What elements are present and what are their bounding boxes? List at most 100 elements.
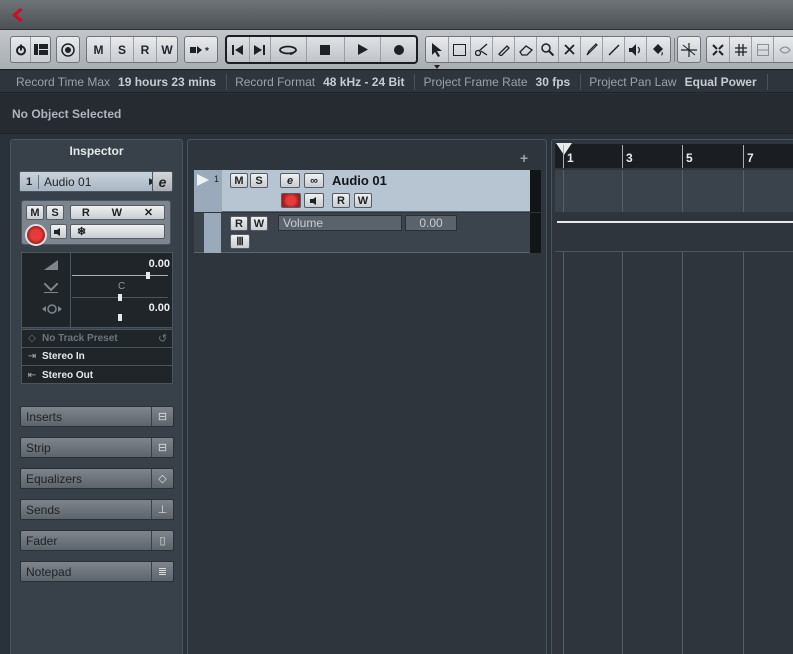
zoom-tool-icon[interactable] xyxy=(536,37,558,62)
track-read-button[interactable]: R xyxy=(332,193,350,208)
pan-slider-handle[interactable] xyxy=(118,294,122,301)
stop-icon[interactable] xyxy=(306,37,344,62)
track-link-icon[interactable]: ∞ xyxy=(304,173,324,188)
track-solo-button[interactable]: S xyxy=(250,173,268,188)
output-routing-row[interactable]: ⇤ Stereo Out xyxy=(22,366,172,384)
volume-value[interactable]: 0.00 xyxy=(149,258,170,270)
tool-dropdown-icon[interactable] xyxy=(434,65,440,69)
notepad-label: Notepad xyxy=(26,564,72,579)
track-meter xyxy=(530,170,541,212)
equalizers-icon[interactable]: ◇ xyxy=(151,469,173,488)
delay-slider-handle[interactable] xyxy=(118,314,122,321)
tools-group xyxy=(425,36,671,63)
layout-icon[interactable] xyxy=(30,37,50,62)
grid-type-icon[interactable] xyxy=(729,37,751,62)
freeze-icon[interactable]: ❄ xyxy=(70,224,165,239)
go-to-end-icon[interactable] xyxy=(248,37,270,62)
volume-slider[interactable] xyxy=(72,275,168,276)
notepad-icon[interactable]: ≣ xyxy=(151,562,173,581)
color-tool-icon[interactable] xyxy=(646,37,668,62)
strip-section[interactable]: Strip ⊟ xyxy=(20,437,174,458)
sends-section[interactable]: Sends ⊥ xyxy=(20,499,174,520)
track-row[interactable]: 1 M S e ∞ Audio 01 R W xyxy=(194,170,541,212)
mute-button[interactable]: M xyxy=(26,205,44,220)
automation-parameter-select[interactable]: Volume xyxy=(278,215,402,231)
snap-group xyxy=(677,36,701,63)
activate-project-icon[interactable] xyxy=(11,37,30,62)
inserts-section[interactable]: Inserts ⊟ xyxy=(20,406,174,427)
automation-value[interactable]: 0.00 xyxy=(405,215,457,231)
record-enable-button[interactable] xyxy=(25,224,47,246)
split-tool-icon[interactable] xyxy=(470,37,492,62)
equalizers-section[interactable]: Equalizers ◇ xyxy=(20,468,174,489)
record-icon[interactable] xyxy=(380,37,416,62)
audio-track-lane[interactable] xyxy=(555,170,793,212)
glue-tool-icon[interactable] xyxy=(492,37,514,62)
object-selection-tool-icon[interactable] xyxy=(426,37,448,62)
cycle-icon[interactable] xyxy=(269,37,307,62)
pan-law-value[interactable]: Equal Power xyxy=(685,73,768,90)
inspector-title: Inspector xyxy=(69,144,124,158)
range-selection-tool-icon[interactable] xyxy=(448,37,470,62)
track-edit-icon[interactable]: e xyxy=(280,173,300,188)
read-button[interactable]: R xyxy=(82,207,90,219)
track-list: + 1 M S e ∞ Audio 01 R W R W Volume 0.00… xyxy=(187,139,547,654)
quantize-icon[interactable] xyxy=(751,37,773,62)
routing-panel: ◇ No Track Preset ↺ ⇥ Stereo In ⇤ Stereo… xyxy=(21,329,173,384)
automation-read-button[interactable]: R xyxy=(230,216,248,231)
go-to-start-icon[interactable] xyxy=(227,37,249,62)
record-time-max-label: Record Time Max xyxy=(16,74,111,89)
inserts-icon[interactable]: ⊟ xyxy=(151,407,173,426)
cubase-logo-icon[interactable] xyxy=(8,5,28,25)
bypass-icon[interactable]: ✕ xyxy=(144,206,153,219)
ruler[interactable] xyxy=(555,144,793,168)
record-format-value[interactable]: 48 kHz - 24 Bit xyxy=(323,73,416,90)
record-time-max-value[interactable]: 19 hours 23 mins xyxy=(118,73,228,90)
track-write-button[interactable]: W xyxy=(354,193,372,208)
read-button[interactable]: R xyxy=(133,37,156,62)
track-expand-icon[interactable] xyxy=(197,174,209,186)
track-name-field[interactable]: 1 Audio 01 ▶ xyxy=(19,171,160,192)
track-mute-button[interactable]: M xyxy=(230,173,248,188)
track-record-button[interactable] xyxy=(281,193,301,208)
reset-preset-icon[interactable]: ↺ xyxy=(158,332,172,345)
fader-section[interactable]: Fader ▯ xyxy=(20,530,174,551)
add-track-icon[interactable]: + xyxy=(520,150,528,166)
input-routing-row[interactable]: ⇥ Stereo In xyxy=(22,348,172,366)
track-monitor-icon[interactable] xyxy=(304,193,324,208)
track-name[interactable]: Audio 01 xyxy=(332,173,387,188)
track-preset-row[interactable]: ◇ No Track Preset ↺ xyxy=(22,330,172,348)
snap-toggle-icon[interactable] xyxy=(707,37,729,62)
play-icon[interactable] xyxy=(343,37,381,62)
volume-automation-line[interactable] xyxy=(557,221,793,223)
frame-rate-value[interactable]: 30 fps xyxy=(536,73,582,90)
pan-icon xyxy=(44,283,58,293)
automation-more-icon[interactable]: Ⅲ xyxy=(230,234,250,249)
snap-mode-icon[interactable] xyxy=(773,37,793,62)
strip-icon[interactable]: ⊟ xyxy=(151,438,173,457)
solo-button[interactable]: S xyxy=(110,37,133,62)
sends-icon[interactable]: ⊥ xyxy=(151,500,173,519)
erase-tool-icon[interactable] xyxy=(514,37,536,62)
automation-write-button[interactable]: W xyxy=(250,216,268,231)
line-tool-icon[interactable] xyxy=(602,37,624,62)
solo-button[interactable]: S xyxy=(46,205,64,220)
autoscroll-icon[interactable]: * xyxy=(185,37,217,62)
edit-channel-settings-icon[interactable]: e xyxy=(152,171,173,192)
draw-tool-icon[interactable] xyxy=(580,37,602,62)
write-button[interactable]: W xyxy=(156,37,177,62)
mute-tool-icon[interactable] xyxy=(558,37,580,62)
constrain-delay-icon[interactable] xyxy=(57,37,79,62)
write-button[interactable]: W xyxy=(112,207,122,219)
track-preset-label: No Track Preset xyxy=(42,333,118,344)
auto-scroll-cursor-icon[interactable] xyxy=(678,37,700,62)
sends-label: Sends xyxy=(26,502,61,517)
mute-button[interactable]: M xyxy=(87,37,110,62)
delay-value[interactable]: 0.00 xyxy=(149,302,170,314)
automation-lane-events[interactable] xyxy=(555,212,793,252)
play-tool-icon[interactable] xyxy=(624,37,646,62)
fader-icon[interactable]: ▯ xyxy=(151,531,173,550)
volume-slider-handle[interactable] xyxy=(146,272,150,279)
notepad-section[interactable]: Notepad ≣ xyxy=(20,561,174,582)
monitor-icon[interactable] xyxy=(50,224,67,239)
